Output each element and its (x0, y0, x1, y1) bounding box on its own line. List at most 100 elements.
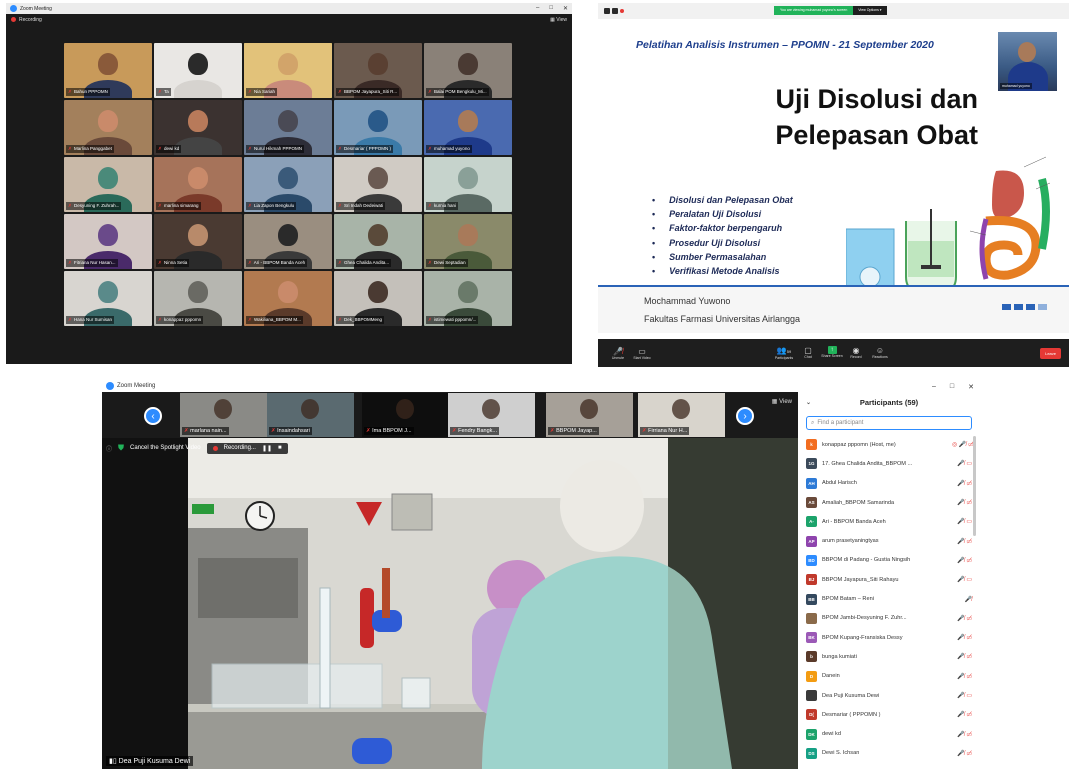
view-options-button[interactable]: View Options ▾ (853, 6, 887, 15)
glassware-rack (211, 663, 383, 709)
participant-name: Dea Puji Kusuma Dewi (822, 692, 880, 699)
minimize-icon[interactable]: – (932, 383, 936, 391)
video-tile[interactable]: ✗ Wakiliana_BBPOM M... (244, 271, 332, 326)
chat-button[interactable]: ▢ Chat (796, 346, 820, 360)
microphone-muted-icon: ✗ (158, 89, 162, 94)
unmute-button[interactable]: 🎤̸ Unmute (606, 347, 630, 360)
participant-row[interactable]: DK dewi kd 🎤̸ ▭̸ (806, 724, 972, 743)
video-tile[interactable]: ✗ Lia Zapon Bengkulu (244, 157, 332, 212)
video-tile[interactable]: ✗ Marlina Panggabet (64, 100, 152, 155)
participant-row[interactable]: D(Desmariar ( PPPOMN ) 🎤̸ ▭̸ (806, 705, 972, 724)
video-thumbnail[interactable]: ✗ marlana nain... (180, 393, 267, 437)
video-tile[interactable]: ✗ konappaz pppomn (154, 271, 242, 326)
microphone-muted-icon: ✗ (248, 260, 252, 265)
participant-row[interactable]: BB BPOM Batam – Reni 🎤̸ (806, 589, 972, 608)
info-icon[interactable]: ⓘ (106, 444, 112, 453)
lab-scene-illustration (188, 438, 798, 769)
video-thumbnail[interactable]: ✗ Insaindahsari (267, 393, 354, 437)
share-screen-button[interactable]: ↑ Share Screen (820, 346, 844, 360)
participant-row[interactable]: BK BPOM Kupang-Fransiska Dessy 🎤̸ ▭̸ (806, 628, 972, 647)
participant-status-icons: 🎤̸ ▭̸ (957, 480, 972, 487)
leave-button[interactable]: Leave (1040, 347, 1061, 359)
video-tile[interactable]: ✗ Bahun PPPOMN (64, 43, 152, 98)
participant-row[interactable]: AH Abdul Harisch 🎤̸ ▭̸ (806, 474, 972, 493)
video-tile[interactable]: ✗ Nurul Hikmah PPPOMN (244, 100, 332, 155)
video-tile[interactable]: ✗ Fitriana Nur Hasan... (64, 214, 152, 269)
participant-row[interactable]: A- Ari - BBPOM Banda Aceh 🎤̸ ▭ (806, 512, 972, 531)
video-tile[interactable]: ✗ Dewi Septadian (424, 214, 512, 269)
grid-icon[interactable] (604, 8, 610, 14)
record-indicator-icon (620, 9, 624, 13)
video-tile[interactable]: ✗ kurnia hani (424, 157, 512, 212)
video-tile[interactable]: ✗ Ghea Chalida Andita... (334, 214, 422, 269)
next-page-button[interactable]: › (736, 407, 754, 425)
stop-recording-icon[interactable]: ■ (278, 445, 282, 451)
participant-head (188, 223, 208, 246)
video-tile[interactable]: ✗ marlina simarang (154, 157, 242, 212)
previous-page-button[interactable]: ‹ (144, 407, 162, 425)
exit-sign (192, 504, 214, 514)
participant-name-text: Marlina Panggabet (74, 146, 112, 151)
video-thumbnail[interactable]: ✗ Fendry Bangk... (448, 393, 535, 437)
participant-status-icons: 🎤̸ ▭ (957, 577, 972, 584)
view-button[interactable]: ▦ View (550, 17, 567, 23)
slide-bullet: Verifikasi Metode Analisis (652, 264, 793, 278)
participant-row[interactable]: DS Dewi S. Ichsan 🎤̸ ▭̸ (806, 744, 972, 763)
maximize-icon[interactable]: □ (950, 383, 954, 391)
start-video-button[interactable]: ▭ Start Video (630, 347, 654, 360)
participant-row[interactable]: b bunga kumiati 🎤̸ ▭̸ (806, 647, 972, 666)
video-tile[interactable]: ✗ muhamad yuyono (424, 100, 512, 155)
presenter-video-thumbnail[interactable]: muhamad yuyono (998, 32, 1057, 91)
collapse-panel-icon[interactable]: ⌄ (806, 399, 811, 406)
gut-liver-illustration (1038, 177, 1050, 250)
video-tile[interactable]: ✗ Balai POM Bengkulu_Mi... (424, 43, 512, 98)
video-tile[interactable]: ✗ BBPOM Jayapura_Siti R... (334, 43, 422, 98)
participant-row[interactable]: D Danein 🎤̸ ▭̸ (806, 667, 972, 686)
participant-head (482, 399, 500, 419)
participant-row[interactable]: BPOM Jambi-Desyuning F. Zuhr... 🎤̸ ▭̸ (806, 609, 972, 628)
close-icon[interactable]: ✕ (563, 5, 568, 12)
maximize-icon[interactable]: □ (549, 5, 553, 12)
participants-button[interactable]: 👥59 Participants (772, 346, 796, 360)
participant-search-input[interactable]: ⌕ Find a participant (806, 416, 972, 430)
video-thumbnail[interactable]: ✗ Firriana Nur H... (638, 393, 725, 437)
participant-list-scrollbar[interactable] (973, 436, 976, 536)
participant-status-icons: 🎤̸ ▭̸ (957, 635, 972, 642)
participant-row[interactable]: AS Amaliah_BBPOM Samarinda 🎤̸ ▭̸ (806, 493, 972, 512)
video-tile[interactable]: ✗ Ninna Setia (154, 214, 242, 269)
participant-head (188, 52, 208, 75)
record-button[interactable]: ◉ Record (844, 346, 868, 360)
microphone-muted-icon: ✗ (184, 428, 189, 434)
share-top-bar: You are viewing muhamad yuyono's screen … (598, 3, 1069, 19)
participant-row[interactable]: AP arum prasetyaningtyas 🎤̸ ▭̸ (806, 531, 972, 550)
participant-row[interactable]: BD BBPOM di Padang - Gustia Ningsih 🎤̸ ▭̸ (806, 551, 972, 570)
microphone-muted-icon: ✗ (452, 428, 457, 434)
video-tile[interactable]: ✗ Dek_BBPOMMeng (334, 271, 422, 326)
video-tile[interactable]: ✗ Desyuning F. Zuhrah... (64, 157, 152, 212)
tablet-illustration (859, 266, 881, 288)
video-tile[interactable]: ✗ Sri Indah Dedeiwati (334, 157, 422, 212)
reactions-button[interactable]: ☺ Reactions (868, 346, 892, 360)
video-thumbnail[interactable]: ✗ Ima BBPOM J... (362, 393, 449, 437)
participant-row[interactable]: Dea Puji Kusuma Dewi 🎤̸ ▭ (806, 686, 972, 705)
cancel-spotlight-button[interactable]: Cancel the Spotlight Video (130, 445, 201, 451)
video-tile[interactable]: ✗ istimewati pppomn/... (424, 271, 512, 326)
close-icon[interactable]: ✕ (968, 383, 974, 391)
microphone-muted-icon: ✗ (338, 260, 342, 265)
video-tile[interactable]: ✗ Ta (154, 43, 242, 98)
participant-row[interactable]: k konappaz pppomn (Host, me) ◎ 🎤̸ ▭̸ (806, 435, 974, 454)
view-button[interactable]: ▦ View (772, 398, 792, 405)
view-label: View (556, 16, 567, 23)
participant-head (368, 280, 388, 303)
video-thumbnail[interactable]: ✗ BBPOM Jayap... (546, 393, 633, 437)
minimize-icon[interactable]: – (536, 5, 539, 12)
participant-row[interactable]: BJ BBPOM Jayapura_Siti Rahayu 🎤̸ ▭ (806, 570, 972, 589)
participant-name-label: ✗ Nia Sariah (246, 88, 278, 96)
video-tile[interactable]: ✗ Ari - BBPOM Banda Aceh (244, 214, 332, 269)
pause-recording-icon[interactable]: ❚❚ (262, 445, 272, 452)
video-tile[interactable]: ✗ Desmariar ( PPPOMN ) (334, 100, 422, 155)
video-tile[interactable]: ✗ dewi kd (154, 100, 242, 155)
video-tile[interactable]: ✗ Hana Nur Sumisan (64, 271, 152, 326)
participant-row[interactable]: 1G 17. Ghea Chalida Andita_BBPOM ... 🎤̸ ▭ (806, 454, 972, 473)
video-tile[interactable]: ✗ Nia Sariah (244, 43, 332, 98)
